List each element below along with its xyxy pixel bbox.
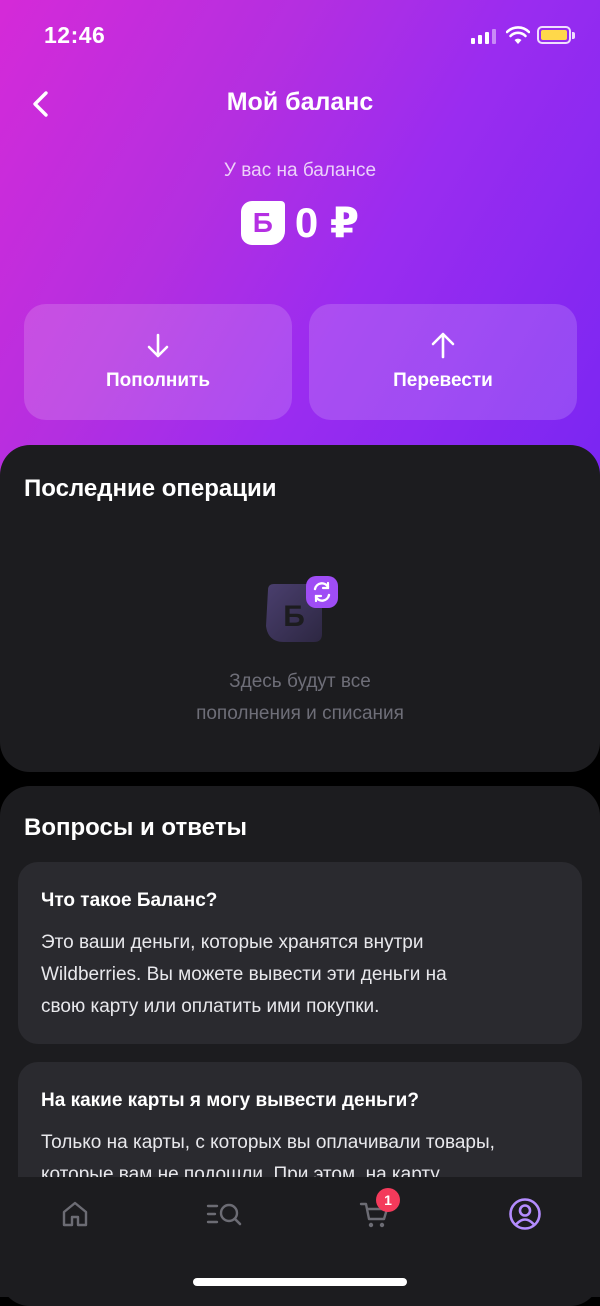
wifi-icon <box>506 26 530 44</box>
status-bar: 12:46 <box>0 0 600 70</box>
operations-title: Последние операции <box>24 475 277 502</box>
signal-icon <box>471 28 497 44</box>
arrow-down-icon <box>24 332 292 360</box>
catalog-search-icon[interactable] <box>204 1196 244 1232</box>
cart-badge: 1 <box>376 1188 400 1212</box>
empty-line-1: Здесь будут все <box>229 671 371 692</box>
status-time: 12:46 <box>44 22 106 48</box>
empty-line-2: пополнения и списания <box>196 703 404 724</box>
faq-question: Что такое Баланс? <box>41 890 218 911</box>
top-up-button[interactable]: Пополнить <box>24 304 292 420</box>
faq-item-what-is-balance[interactable]: Что такое Баланс? Это ваши деньги, котор… <box>18 862 582 1044</box>
profile-icon[interactable] <box>505 1196 545 1232</box>
top-up-label: Пополнить <box>105 370 211 391</box>
faq-answer-line: Wildberries. Вы можете вывести эти деньг… <box>41 964 447 985</box>
transfer-label: Перевести <box>393 370 493 391</box>
battery-icon <box>537 26 575 44</box>
faq-question: На какие карты я могу вывести деньги? <box>41 1090 419 1111</box>
page-title: Мой баланс <box>226 88 374 116</box>
faq-title: Вопросы и ответы <box>24 814 247 841</box>
faq-answer-line: свою карту или оплатить ими покупки. <box>41 996 380 1017</box>
faq-answer: Это ваши деньги, которые хранятся внутри… <box>41 927 566 1023</box>
empty-state-text: Здесь будут все пополнения и списания <box>0 666 600 730</box>
svg-text:Б: Б <box>283 600 305 633</box>
home-icon[interactable] <box>55 1196 95 1232</box>
balance-label: У вас на балансе <box>223 160 377 181</box>
faq-answer-line: Это ваши деньги, которые хранятся внутри <box>41 932 424 953</box>
faq-answer-line: Только на карты, с которых вы оплачивали… <box>41 1132 495 1153</box>
balance-logo-icon: Б <box>240 200 285 245</box>
balance-row: Б 0 ₽ <box>0 198 600 247</box>
balance-amount: 0 ₽ <box>294 199 360 246</box>
transfer-button[interactable]: Перевести <box>309 304 577 420</box>
empty-balance-icon: Б <box>262 576 340 648</box>
arrow-up-icon <box>309 330 577 359</box>
home-indicator <box>193 1278 407 1286</box>
